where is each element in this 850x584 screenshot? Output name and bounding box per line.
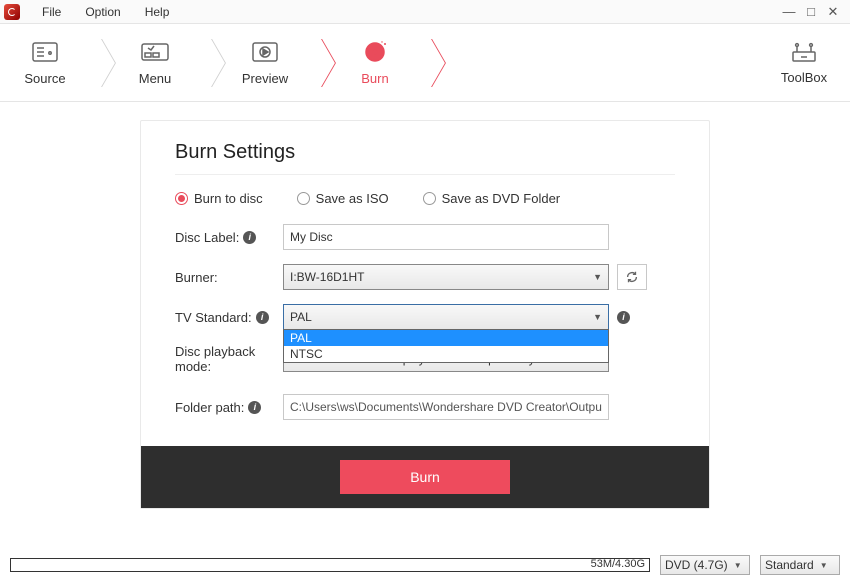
quality-value: Standard — [765, 558, 814, 572]
dropdown-option-ntsc[interactable]: NTSC — [284, 346, 608, 362]
burn-button[interactable]: Burn — [340, 460, 510, 494]
disc-space-progress: 53M/4.30G — [10, 558, 650, 572]
disc-type-select[interactable]: DVD (4.7G) ▼ — [660, 555, 750, 575]
tv-standard-dropdown: PAL NTSC — [283, 329, 609, 363]
label-playback-mode: Disc playback mode: — [175, 344, 283, 374]
divider — [175, 174, 675, 175]
toolbox-label: ToolBox — [770, 70, 838, 85]
window-controls: — □ ✕ — [782, 5, 846, 19]
row-burner: Burner: I:BW-16D1HT ▼ — [175, 264, 675, 290]
app-logo-icon — [4, 4, 20, 20]
menu-icon — [140, 39, 170, 65]
progress-text: 53M/4.30G — [591, 558, 645, 570]
maximize-icon[interactable]: □ — [804, 5, 818, 19]
panel-footer: Burn — [141, 446, 709, 508]
dropdown-option-pal[interactable]: PAL — [284, 330, 608, 346]
chevron-down-icon: ▼ — [820, 561, 828, 570]
info-icon[interactable]: i — [243, 231, 256, 244]
info-icon[interactable]: i — [617, 311, 630, 324]
status-bar: 53M/4.30G DVD (4.7G) ▼ Standard ▼ — [0, 554, 850, 576]
label-tv-standard: TV Standard: — [175, 310, 252, 325]
label-disc-label: Disc Label: — [175, 230, 239, 245]
step-preview[interactable]: Preview — [220, 39, 310, 86]
step-bar: Source Menu Preview Burn ToolBox — [0, 24, 850, 102]
info-icon[interactable]: i — [256, 311, 269, 324]
disc-type-value: DVD (4.7G) — [665, 558, 728, 572]
panel-title: Burn Settings — [175, 141, 675, 164]
radio-label: Burn to disc — [194, 191, 263, 206]
output-type-radios: Burn to disc Save as ISO Save as DVD Fol… — [175, 191, 675, 206]
chevron-down-icon: ▼ — [734, 561, 742, 570]
radio-label: Save as DVD Folder — [442, 191, 561, 206]
quality-select[interactable]: Standard ▼ — [760, 555, 840, 575]
chevron-icon — [310, 33, 330, 93]
menu-option[interactable]: Option — [73, 5, 132, 19]
burn-settings-panel: Burn Settings Burn to disc Save as ISO S… — [140, 120, 710, 509]
step-preview-label: Preview — [220, 71, 310, 86]
radio-icon — [297, 192, 310, 205]
radio-label: Save as ISO — [316, 191, 389, 206]
radio-icon — [423, 192, 436, 205]
titlebar: File Option Help — □ ✕ — [0, 0, 850, 24]
radio-icon — [175, 192, 188, 205]
radio-burn-to-disc[interactable]: Burn to disc — [175, 191, 263, 206]
step-menu[interactable]: Menu — [110, 39, 200, 86]
source-icon — [30, 39, 60, 65]
label-folder-path: Folder path: — [175, 400, 244, 415]
close-icon[interactable]: ✕ — [826, 5, 840, 19]
row-folder-path: Folder path: i — [175, 394, 675, 420]
toolbox-icon — [790, 40, 818, 64]
step-source[interactable]: Source — [0, 39, 90, 86]
refresh-icon — [625, 270, 639, 284]
step-source-label: Source — [0, 71, 90, 86]
chevron-down-icon: ▼ — [593, 272, 602, 282]
step-burn-label: Burn — [330, 71, 420, 86]
burn-icon — [360, 39, 390, 65]
menu-file[interactable]: File — [30, 5, 73, 19]
preview-icon — [250, 39, 280, 65]
disc-label-input[interactable] — [283, 224, 609, 250]
burner-select[interactable]: I:BW-16D1HT ▼ — [283, 264, 609, 290]
radio-save-as-iso[interactable]: Save as ISO — [297, 191, 389, 206]
row-disc-label: Disc Label: i — [175, 224, 675, 250]
label-burner: Burner: — [175, 270, 218, 285]
chevron-icon — [200, 33, 220, 93]
info-icon[interactable]: i — [248, 401, 261, 414]
row-tv-standard: TV Standard: i PAL ▼ i PAL NTSC — [175, 304, 675, 330]
refresh-burner-button[interactable] — [617, 264, 647, 290]
toolbox-button[interactable]: ToolBox — [770, 40, 850, 85]
chevron-icon — [90, 33, 110, 93]
chevron-down-icon: ▼ — [593, 312, 602, 322]
menu-help[interactable]: Help — [133, 5, 182, 19]
folder-path-input[interactable] — [283, 394, 609, 420]
burner-value: I:BW-16D1HT — [290, 270, 364, 284]
step-burn[interactable]: Burn — [330, 39, 420, 86]
tv-standard-value: PAL — [290, 310, 312, 324]
tv-standard-select[interactable]: PAL ▼ — [283, 304, 609, 330]
minimize-icon[interactable]: — — [782, 5, 796, 19]
radio-save-as-dvd-folder[interactable]: Save as DVD Folder — [423, 191, 561, 206]
step-menu-label: Menu — [110, 71, 200, 86]
chevron-icon — [420, 33, 440, 93]
